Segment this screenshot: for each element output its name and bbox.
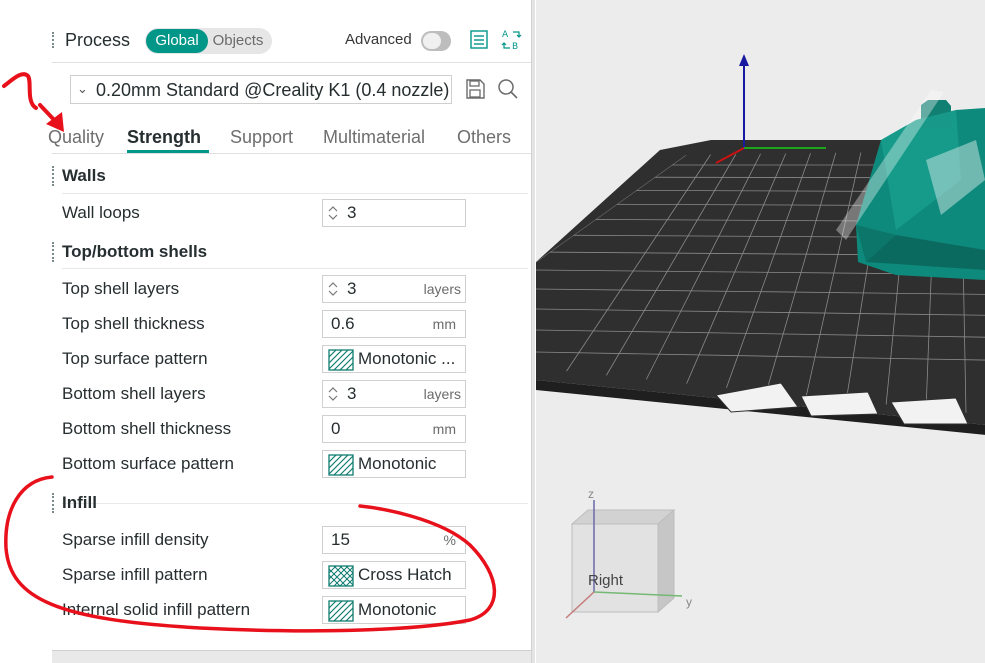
sparse-infill-density-value: 15 [331, 530, 350, 549]
view-cube-z-label: z [588, 487, 594, 501]
compare-icon[interactable]: A B [500, 27, 522, 53]
top-shell-layers-label: Top shell layers [62, 279, 180, 298]
bottom-surface-pattern-value: Monotonic [358, 454, 437, 473]
view-cube-face-label: Right [588, 572, 624, 589]
wall-loops-input[interactable]: 3 [322, 199, 466, 227]
scope-toggle: Global Objects [145, 28, 272, 54]
top-surface-pattern-select[interactable]: Monotonic ... [322, 345, 466, 373]
section-title-shells: Top/bottom shells [62, 242, 208, 261]
section-grip [52, 166, 56, 186]
tabs-divider [52, 153, 532, 154]
bottom-shell-layers-value: 3 [347, 384, 357, 403]
process-panel: Process Global Objects Advanced A B ⌄ 0.… [0, 0, 535, 663]
monotonic-pattern-icon [328, 600, 354, 622]
view-cube-y-label: y [686, 595, 692, 609]
top-shell-thickness-value: 0.6 [331, 314, 355, 333]
svg-text:A: A [502, 30, 509, 40]
unit-label: layers [423, 281, 461, 297]
3d-viewport[interactable]: Right z y [536, 0, 985, 663]
scene-canvas: Right z y [536, 54, 985, 619]
header-divider [52, 62, 532, 63]
section-title-infill: Infill [62, 493, 97, 512]
unit-label: % [443, 532, 456, 548]
top-shell-thickness-label: Top shell thickness [62, 314, 205, 333]
spinner-icon [328, 282, 338, 296]
internal-solid-infill-pattern-select[interactable]: Monotonic [322, 596, 466, 624]
cross-hatch-pattern-icon [328, 565, 354, 587]
bottom-shell-thickness-label: Bottom shell thickness [62, 419, 232, 438]
unit-label: layers [423, 386, 461, 402]
z-axis-arrow [739, 54, 749, 66]
svg-text:B: B [512, 42, 518, 52]
bottom-surface-pattern-select[interactable]: Monotonic [322, 450, 466, 478]
panel-grip [52, 32, 56, 48]
section-divider [62, 503, 528, 504]
bottom-shell-thickness-value: 0 [331, 419, 341, 438]
top-surface-pattern-label: Top surface pattern [62, 349, 208, 368]
sparse-infill-pattern-select[interactable]: Cross Hatch [322, 561, 466, 589]
monotonic-pattern-icon [328, 349, 354, 371]
monotonic-pattern-icon [328, 454, 354, 476]
top-surface-pattern-value: Monotonic ... [358, 349, 456, 368]
process-panel-content: Process Global Objects Advanced A B ⌄ 0.… [48, 0, 535, 650]
spinner-icon [328, 387, 338, 401]
panel-splitter[interactable] [531, 0, 535, 663]
advanced-toggle[interactable] [421, 31, 451, 51]
list-icon[interactable] [468, 27, 490, 53]
section-divider [62, 193, 528, 194]
section-divider [62, 268, 528, 269]
panel-title: Process [65, 30, 131, 50]
bottom-shell-layers-input[interactable]: 3 layers [322, 380, 466, 408]
internal-solid-infill-pattern-label: Internal solid infill pattern [62, 600, 251, 619]
unit-label: mm [432, 316, 456, 332]
scope-objects-button[interactable]: Objects [205, 29, 271, 53]
tab-quality[interactable]: Quality [48, 127, 104, 148]
spinner-icon [328, 206, 338, 220]
scope-global-button[interactable]: Global [146, 29, 208, 53]
tab-strength[interactable]: Strength [127, 127, 201, 148]
sparse-infill-pattern-value: Cross Hatch [358, 565, 452, 584]
sparse-infill-density-label: Sparse infill density [62, 530, 209, 549]
advanced-toggle-knob [423, 33, 441, 49]
top-shell-layers-value: 3 [347, 279, 357, 298]
preset-name: 0.20mm Standard @Creality K1 (0.4 nozzle… [96, 80, 450, 100]
sparse-infill-pattern-label: Sparse infill pattern [62, 565, 208, 584]
horizontal-scrollbar[interactable] [52, 650, 535, 663]
unit-label: mm [432, 421, 456, 437]
advanced-label: Advanced [345, 31, 412, 48]
tab-multimaterial[interactable]: Multimaterial [323, 127, 425, 148]
sparse-infill-density-input[interactable]: 15 % [322, 526, 466, 554]
view-cube[interactable] [565, 500, 683, 619]
top-shell-layers-input[interactable]: 3 layers [322, 275, 466, 303]
preset-dropdown[interactable]: ⌄ 0.20mm Standard @Creality K1 (0.4 nozz… [70, 75, 452, 104]
bottom-shell-layers-label: Bottom shell layers [62, 384, 206, 403]
search-icon[interactable] [496, 77, 520, 101]
tab-others[interactable]: Others [457, 127, 511, 148]
wall-loops-value: 3 [347, 203, 357, 222]
section-grip [52, 493, 56, 513]
internal-solid-infill-pattern-value: Monotonic [358, 600, 437, 619]
save-icon[interactable] [463, 77, 487, 101]
section-title-walls: Walls [62, 166, 106, 185]
top-shell-thickness-input[interactable]: 0.6 mm [322, 310, 466, 338]
tab-support[interactable]: Support [230, 127, 293, 148]
chevron-down-icon: ⌄ [77, 81, 88, 96]
wall-loops-label: Wall loops [62, 203, 140, 222]
bottom-shell-thickness-input[interactable]: 0 mm [322, 415, 466, 443]
bottom-surface-pattern-label: Bottom surface pattern [62, 454, 234, 473]
section-grip [52, 242, 56, 262]
